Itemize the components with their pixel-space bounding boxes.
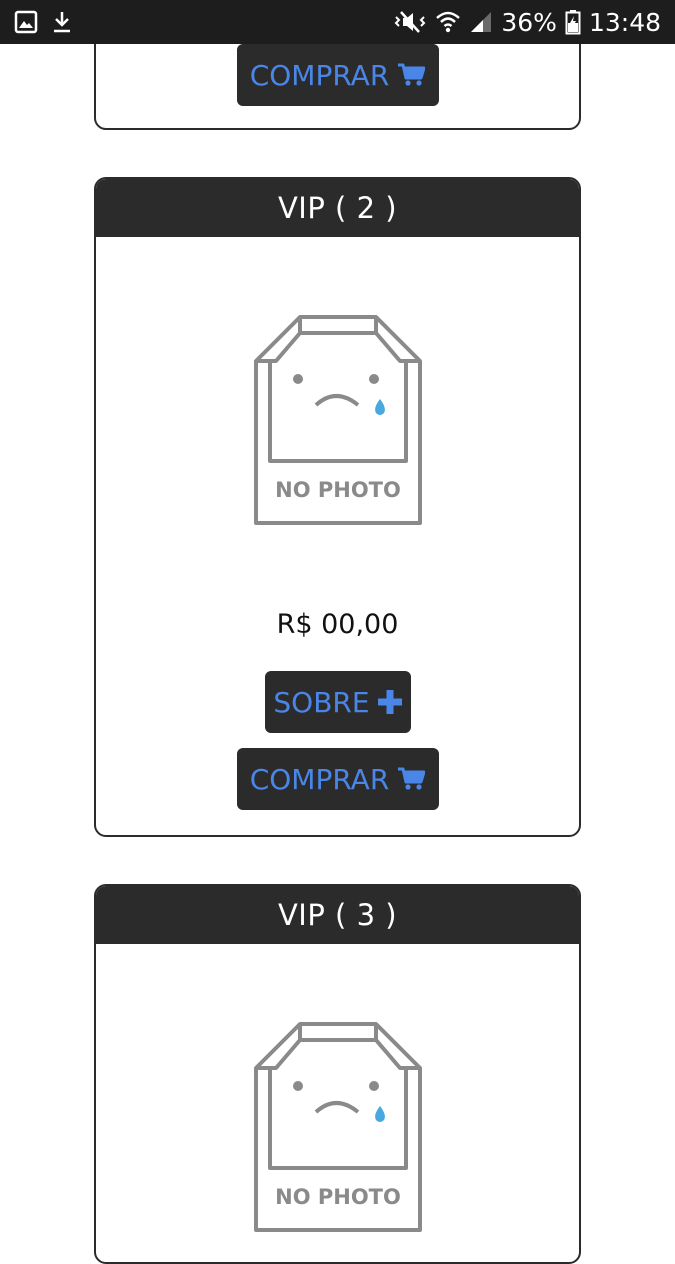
product-list: COMPRAR VIP ( 2 ) NO PHOTO R$ 00,00 SOBR… <box>0 0 675 1264</box>
no-photo-text: NO PHOTO <box>275 1185 401 1209</box>
battery-icon <box>565 9 581 35</box>
battery-percent: 36% <box>501 7 557 37</box>
no-photo-placeholder: NO PHOTO <box>252 313 424 527</box>
wifi-icon <box>435 9 461 35</box>
about-button[interactable]: SOBRE <box>264 671 411 733</box>
product-card: VIP ( 2 ) NO PHOTO R$ 00,00 SOBRE COMPRA… <box>94 177 581 837</box>
no-photo-text: NO PHOTO <box>275 478 401 502</box>
plus-icon <box>377 690 402 714</box>
clock: 13:48 <box>588 7 661 37</box>
card-title: VIP ( 2 ) <box>96 179 579 237</box>
cart-icon <box>397 767 426 791</box>
about-button-label: SOBRE <box>273 685 370 719</box>
buy-button[interactable]: COMPRAR <box>236 44 439 106</box>
status-bar: 36% 13:48 <box>0 0 675 44</box>
download-icon <box>52 10 72 34</box>
signal-icon <box>469 10 493 34</box>
mute-vibrate-icon <box>393 9 427 35</box>
buy-button[interactable]: COMPRAR <box>236 748 439 810</box>
card-title: VIP ( 3 ) <box>96 886 579 944</box>
gallery-icon <box>14 10 38 34</box>
buy-button-label: COMPRAR <box>249 58 390 92</box>
no-photo-placeholder: NO PHOTO <box>252 1020 424 1234</box>
buy-button-label: COMPRAR <box>249 762 390 796</box>
product-card: VIP ( 3 ) NO PHOTO <box>94 884 581 1264</box>
price: R$ 00,00 <box>276 609 399 640</box>
cart-icon <box>397 63 426 87</box>
